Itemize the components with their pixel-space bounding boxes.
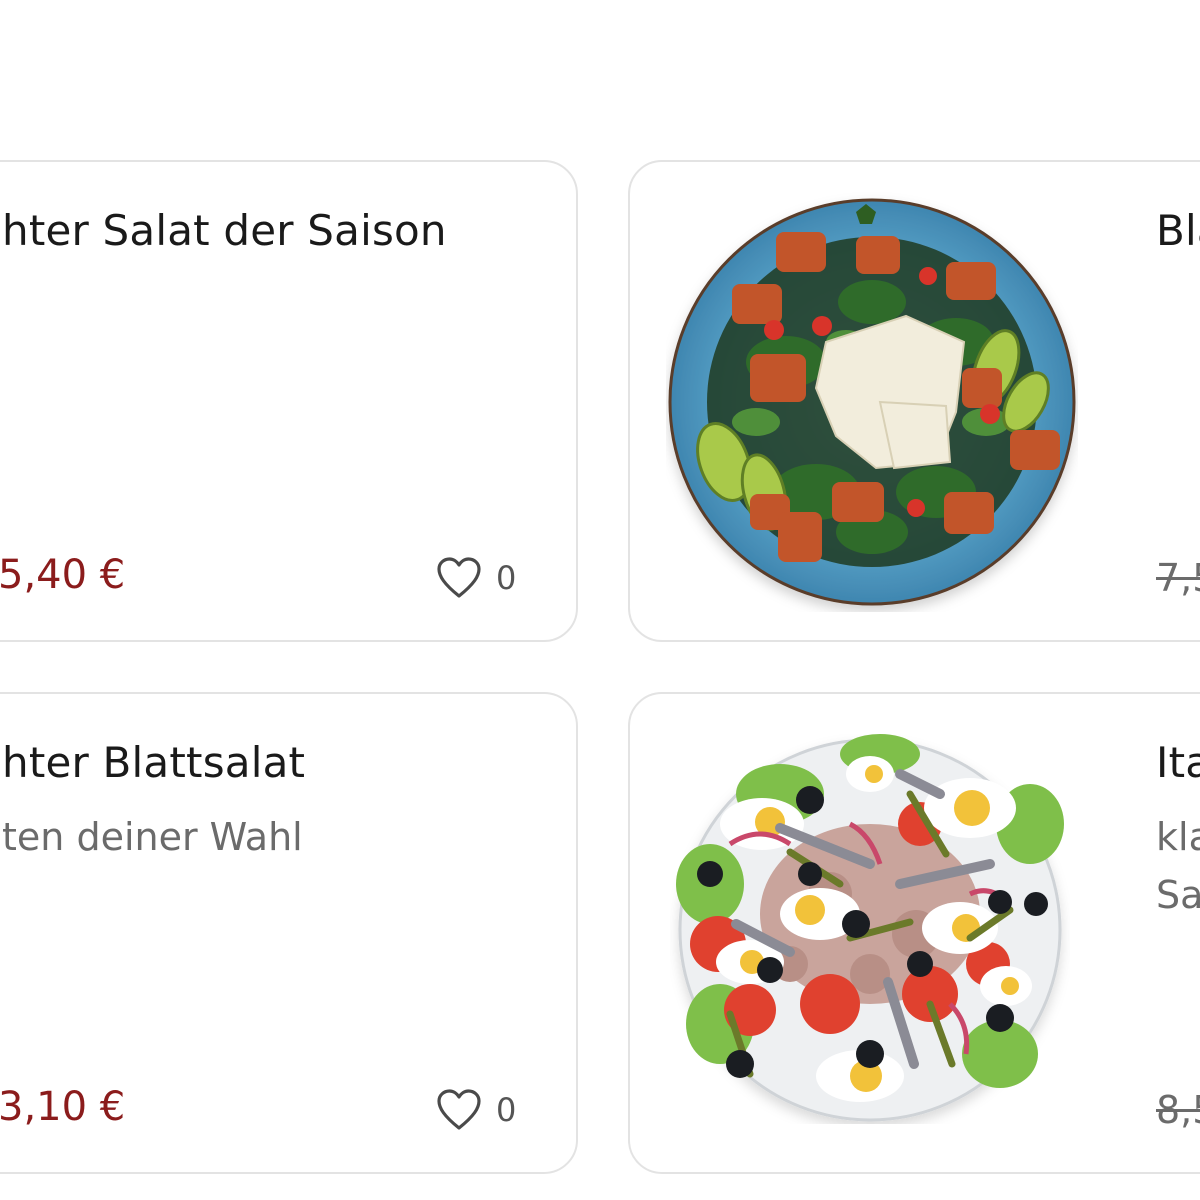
like-count: 0: [496, 559, 517, 597]
product-card-blattsalat[interactable]: hter Blattsalat ten deiner Wahl 3,10 € 0: [0, 692, 578, 1174]
product-price: 5,40 €: [0, 552, 126, 598]
product-description-line-1: kla: [1156, 815, 1200, 859]
product-card-salat-der-saison[interactable]: hter Salat der Saison 5,40 € 0: [0, 160, 578, 642]
product-price-old: 7,5: [1156, 556, 1200, 600]
product-description-line-2: Sa: [1156, 873, 1200, 917]
product-image-salad-nicoise: [670, 734, 1070, 1128]
product-title: Ita: [1156, 738, 1200, 787]
product-price-old: 8,5: [1156, 1088, 1200, 1132]
like-count: 0: [496, 1091, 517, 1129]
heart-outline-icon: [437, 1089, 481, 1130]
product-title: hter Blattsalat: [2, 738, 306, 787]
like-button[interactable]: 0: [436, 556, 516, 600]
menu-grid: hter Salat der Saison 5,40 € 0 Bl 7, hte…: [0, 0, 1200, 1200]
product-title: Bla: [1156, 206, 1200, 255]
heart-outline-icon: [437, 557, 481, 598]
product-price: 3,10 €: [0, 1084, 126, 1130]
product-card-ita[interactable]: Ita kla Sa 8,5: [628, 692, 1200, 1174]
product-description: ten deiner Wahl: [2, 815, 303, 859]
product-image-salad-chicken: [666, 192, 1078, 616]
product-card-bla[interactable]: Bla 7,5: [628, 160, 1200, 642]
product-title: hter Salat der Saison: [2, 206, 447, 255]
like-button[interactable]: 0: [436, 1088, 516, 1132]
